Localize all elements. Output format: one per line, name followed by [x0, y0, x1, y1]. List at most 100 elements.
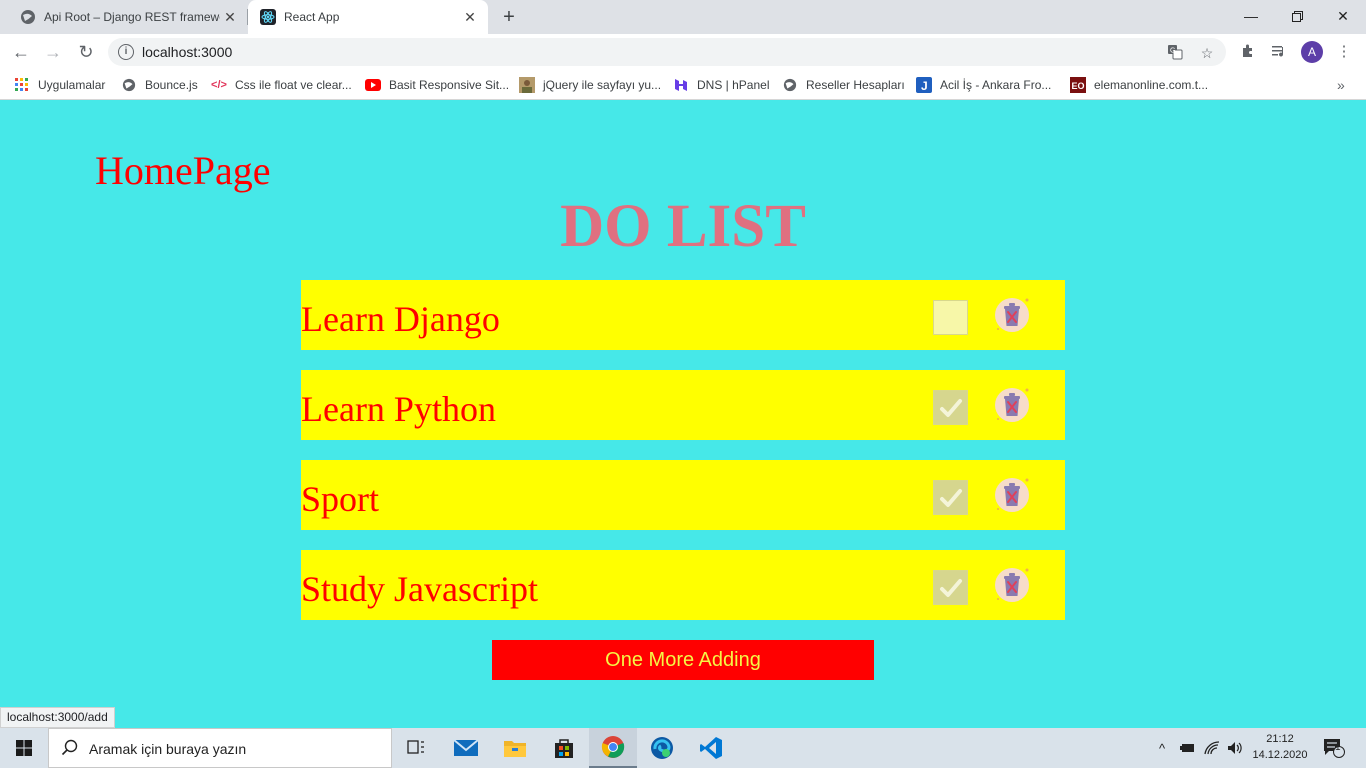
j-icon: J: [916, 77, 932, 93]
bookmark-item[interactable]: jQuery ile sayfayı yu...: [519, 76, 661, 94]
todo-text: Study Javascript: [301, 569, 538, 609]
show-hidden-icons-icon[interactable]: ^: [1154, 728, 1170, 768]
battery-icon[interactable]: [1178, 728, 1196, 768]
tab-title: React App: [284, 10, 340, 24]
globe-icon: [20, 9, 36, 25]
bookmark-item[interactable]: EO elemanonline.com.t...: [1070, 76, 1208, 94]
bookmark-label: jQuery ile sayfayı yu...: [543, 78, 662, 92]
profile-avatar[interactable]: A: [1301, 41, 1323, 63]
page-title: DO LIST: [560, 193, 806, 260]
bookmark-label: Basit Responsive Sit...: [389, 78, 510, 92]
search-icon: [61, 739, 79, 762]
todo-complete-checkbox[interactable]: [933, 570, 968, 605]
eo-icon: EO: [1070, 77, 1086, 93]
globe-icon: [121, 77, 137, 93]
todo-complete-checkbox[interactable]: [933, 390, 968, 425]
todo-text: Learn Python: [301, 389, 496, 429]
apps-grid-icon: [14, 77, 30, 93]
svg-text:EO: EO: [1072, 81, 1085, 91]
add-todo-button[interactable]: One More Adding: [492, 640, 874, 680]
clock-date: 14.12.2020: [1252, 749, 1308, 761]
homepage-link[interactable]: HomePage: [95, 147, 271, 194]
file-explorer-icon[interactable]: [491, 728, 539, 768]
notification-count: 1: [1335, 742, 1341, 753]
bookmark-item[interactable]: </> Css ile float ve clear...: [211, 76, 352, 94]
delete-trash-icon[interactable]: [993, 386, 1031, 424]
clock-time: 21:12: [1266, 733, 1294, 745]
bookmark-label: Bounce.js: [145, 78, 198, 92]
close-tab-icon[interactable]: ✕: [222, 9, 238, 25]
restore-icon[interactable]: [1274, 0, 1320, 32]
new-tab-icon[interactable]: +: [499, 6, 519, 28]
bookmark-apps[interactable]: Uygulamalar: [14, 76, 105, 94]
checkmark-icon: [940, 399, 962, 417]
bookmark-label: Acil İş - Ankara Fro...: [940, 78, 1052, 92]
todo-item: Sport: [301, 460, 1065, 530]
task-view-icon[interactable]: [392, 728, 440, 768]
site-info-icon[interactable]: i: [118, 44, 134, 60]
todo-complete-checkbox[interactable]: [933, 300, 968, 335]
network-icon[interactable]: [1203, 728, 1221, 768]
notification-center-icon[interactable]: 1: [1322, 728, 1346, 768]
minimize-icon[interactable]: —: [1228, 0, 1274, 32]
todo-list: Learn Django Learn Python Sport Study Javas…: [301, 280, 1065, 640]
more-bookmarks-icon[interactable]: »: [1337, 77, 1345, 93]
close-tab-icon[interactable]: ✕: [462, 9, 478, 25]
taskbar: Aramak için buraya yazın ^ 21:12 14.12.2…: [0, 728, 1366, 768]
bookmark-item[interactable]: DNS | hPanel: [673, 76, 770, 94]
extensions-icon[interactable]: [1239, 43, 1257, 61]
forward-icon[interactable]: →: [42, 41, 64, 63]
bookmark-item[interactable]: Bounce.js: [121, 76, 198, 94]
volume-icon[interactable]: [1226, 728, 1244, 768]
status-bar-url: localhost:3000/add: [0, 707, 115, 728]
bookmark-item[interactable]: Reseller Hesapları: [782, 76, 905, 94]
menu-kebab-icon[interactable]: ⋮: [1335, 43, 1353, 61]
todo-text: Learn Django: [301, 299, 500, 339]
bookmark-item[interactable]: J Acil İş - Ankara Fro...: [916, 76, 1051, 94]
code-icon: </>: [211, 79, 227, 91]
bookmark-label: elemanonline.com.t...: [1094, 78, 1209, 92]
bookmark-label: Reseller Hesapları: [806, 78, 905, 92]
bookmark-label: Css ile float ve clear...: [235, 78, 352, 92]
page-content: HomePage DO LIST Learn Django Learn Pytho…: [0, 101, 1366, 728]
back-icon[interactable]: ←: [10, 41, 32, 63]
url-text: localhost:3000: [142, 44, 233, 60]
search-placeholder: Aramak için buraya yazın: [89, 741, 247, 757]
mail-icon[interactable]: [442, 728, 490, 768]
chrome-icon[interactable]: [589, 728, 637, 768]
bookmark-label: DNS | hPanel: [697, 78, 770, 92]
bookmark-label: Uygulamalar: [38, 78, 106, 92]
delete-trash-icon[interactable]: [993, 296, 1031, 334]
taskbar-search-input[interactable]: Aramak için buraya yazın: [48, 728, 392, 768]
globe-icon: [782, 77, 798, 93]
tab-strip: Api Root – Django REST framewo ✕ React A…: [0, 0, 1366, 34]
todo-text: Sport: [301, 479, 380, 519]
bookmark-item[interactable]: Basit Responsive Sit...: [365, 76, 509, 94]
checkmark-icon: [940, 579, 962, 597]
delete-trash-icon[interactable]: [993, 476, 1031, 514]
vscode-icon[interactable]: [687, 728, 735, 768]
svg-text:G: G: [1170, 48, 1175, 55]
todo-item: Learn Django: [301, 280, 1065, 350]
translate-icon[interactable]: G: [1166, 44, 1184, 62]
reload-icon[interactable]: ↻: [75, 41, 97, 63]
react-icon: [260, 9, 276, 25]
delete-trash-icon[interactable]: [993, 566, 1031, 604]
address-bar[interactable]: i localhost:3000 G ☆: [108, 38, 1226, 66]
svg-text:J: J: [921, 79, 928, 93]
tab-api-root[interactable]: Api Root – Django REST framewo ✕: [8, 0, 248, 34]
system-clock[interactable]: 21:12 14.12.2020: [1244, 731, 1316, 763]
tab-react-app[interactable]: React App ✕: [248, 0, 488, 34]
close-window-icon[interactable]: ✕: [1320, 0, 1366, 32]
bookmarks-bar: Uygulamalar Bounce.js </> Css ile float …: [0, 70, 1366, 100]
avatar-thumb-icon: [519, 77, 535, 93]
media-control-icon[interactable]: [1270, 43, 1288, 61]
edge-icon[interactable]: [638, 728, 686, 768]
tab-title: Api Root – Django REST framewo: [44, 10, 220, 24]
store-icon[interactable]: [540, 728, 588, 768]
bookmark-star-icon[interactable]: ☆: [1198, 44, 1216, 62]
todo-item: Study Javascript: [301, 550, 1065, 620]
todo-complete-checkbox[interactable]: [933, 480, 968, 515]
windows-start-icon[interactable]: [0, 728, 48, 768]
youtube-icon: [365, 77, 381, 93]
